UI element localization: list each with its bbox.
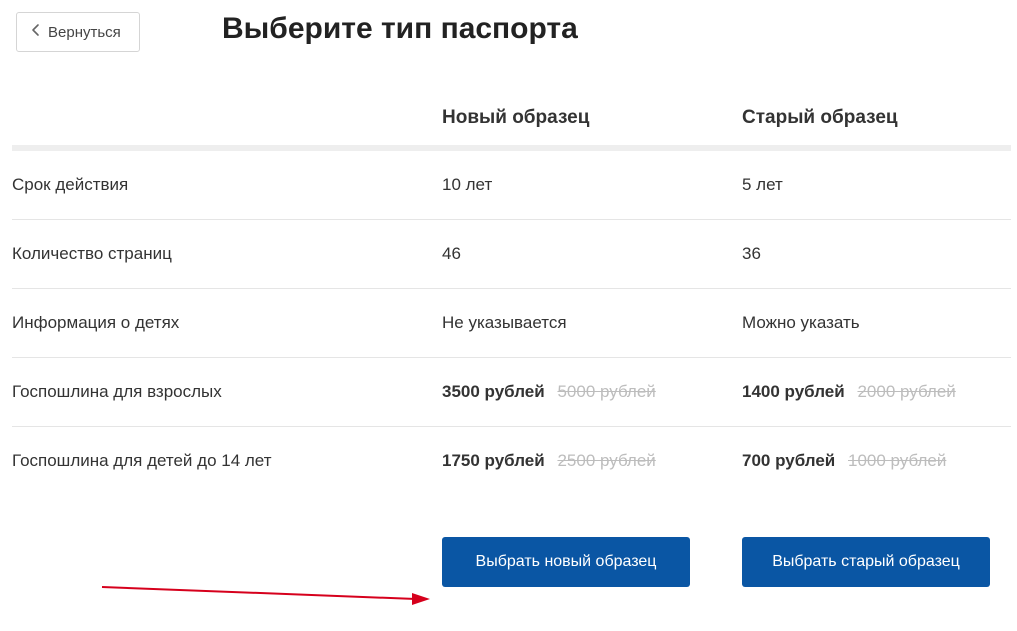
header-new: Новый образец (442, 107, 742, 129)
table-row: Госпошлина для детей до 14 лет 1750 рубл… (12, 426, 1011, 495)
cell-old: 700 рублей 1000 рублей (742, 451, 1012, 471)
cell-new: 46 (442, 244, 742, 264)
price-old: 2500 рублей (557, 451, 655, 470)
chevron-left-icon (31, 23, 40, 41)
header-old: Старый образец (742, 107, 1012, 129)
cell-new: Не указывается (442, 313, 742, 333)
table-header-row: Новый образец Старый образец (12, 95, 1011, 141)
cell-old: 5 лет (742, 175, 1012, 195)
price-current: 1400 рублей (742, 382, 845, 401)
price-current: 1750 рублей (442, 451, 545, 470)
action-row: Выбрать новый образец Выбрать старый обр… (12, 495, 1011, 587)
table-row: Информация о детях Не указывается Можно … (12, 288, 1011, 357)
back-button[interactable]: Вернуться (16, 12, 140, 52)
cell-new: 10 лет (442, 175, 742, 195)
back-button-label: Вернуться (48, 24, 121, 41)
choose-new-button[interactable]: Выбрать новый образец (442, 537, 690, 587)
table-row: Госпошлина для взрослых 3500 рублей 5000… (12, 357, 1011, 426)
row-label: Госпошлина для детей до 14 лет (12, 451, 442, 471)
price-old: 5000 рублей (557, 382, 655, 401)
cell-new: 3500 рублей 5000 рублей (442, 382, 742, 402)
price-old: 1000 рублей (848, 451, 946, 470)
row-label: Информация о детях (12, 313, 442, 333)
row-label: Срок действия (12, 175, 442, 195)
choose-old-button[interactable]: Выбрать старый образец (742, 537, 990, 587)
table-row: Количество страниц 46 36 (12, 219, 1011, 288)
price-current: 3500 рублей (442, 382, 545, 401)
price-current: 700 рублей (742, 451, 835, 470)
cell-old: 1400 рублей 2000 рублей (742, 382, 1012, 402)
row-label: Госпошлина для взрослых (12, 382, 442, 402)
table-row: Срок действия 10 лет 5 лет (12, 151, 1011, 219)
cell-new: 1750 рублей 2500 рублей (442, 451, 742, 471)
row-label: Количество страниц (12, 244, 442, 264)
page-title: Выберите тип паспорта (222, 12, 578, 46)
cell-old: Можно указать (742, 313, 1012, 333)
price-old: 2000 рублей (857, 382, 955, 401)
cell-old: 36 (742, 244, 1012, 264)
annotation-arrow-icon (100, 585, 430, 609)
comparison-table: Новый образец Старый образец Срок действ… (12, 95, 1011, 587)
